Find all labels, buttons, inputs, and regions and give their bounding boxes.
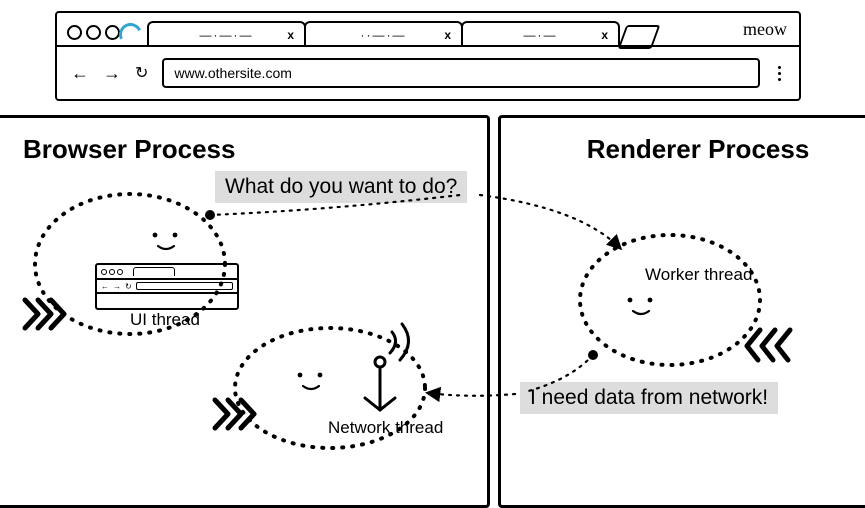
- tab-1[interactable]: —·—·— x: [147, 21, 306, 47]
- url-bar[interactable]: www.othersite.com: [162, 58, 760, 88]
- ui-thread-label: UI thread: [130, 310, 200, 330]
- speech-question: What do you want to do?: [215, 171, 467, 203]
- tab-3[interactable]: —·— x: [461, 21, 620, 47]
- tab-1-close-icon[interactable]: x: [287, 28, 294, 42]
- tab-2-title: ··—·—: [361, 28, 407, 42]
- browser-window: —·—·— x ··—·— x —·— x meow ← → ↻ www.oth…: [55, 11, 801, 101]
- speech-answer: I need data from network!: [520, 382, 778, 414]
- browser-process-title: Browser Process: [23, 134, 487, 165]
- menu-button[interactable]: [774, 66, 785, 81]
- back-button[interactable]: ←: [71, 63, 89, 84]
- network-thread-label: Network thread: [328, 418, 443, 438]
- worker-thread-label: Worker thread: [645, 265, 752, 285]
- tab-3-title: —·—: [524, 28, 558, 42]
- tab-2-close-icon[interactable]: x: [444, 28, 451, 42]
- traffic-lights: [67, 25, 120, 40]
- meow-label: meow: [743, 19, 787, 40]
- tab-3-close-icon[interactable]: x: [601, 28, 608, 42]
- url-text: www.othersite.com: [174, 65, 291, 81]
- forward-button[interactable]: →: [103, 63, 121, 84]
- renderer-process-title: Renderer Process: [525, 134, 865, 165]
- mini-browser-icon: ←→↻: [95, 263, 239, 310]
- reload-button[interactable]: ↻: [135, 63, 148, 83]
- tab-1-title: —·—·—: [200, 28, 254, 42]
- renderer-process-box: Renderer Process: [498, 115, 865, 508]
- nav-toolbar: ← → ↻ www.othersite.com: [57, 47, 799, 99]
- tab-2[interactable]: ··—·— x: [304, 21, 463, 47]
